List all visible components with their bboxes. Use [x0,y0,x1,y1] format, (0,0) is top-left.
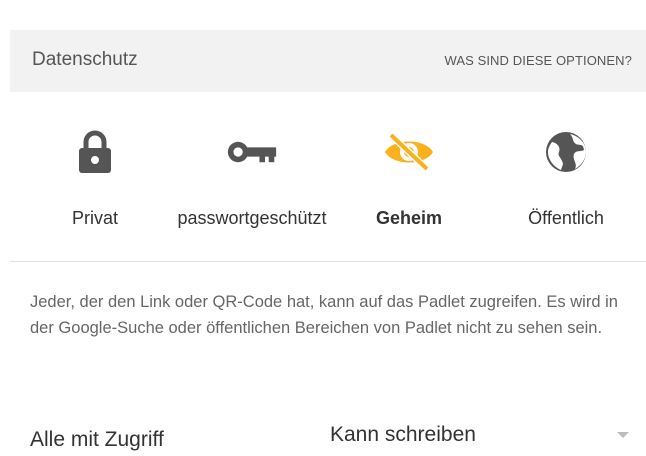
globe-icon [540,126,592,178]
option-public[interactable]: Öffentlich [471,118,646,238]
key-icon [226,126,278,178]
access-permission-value: Kann schreiben [330,423,476,446]
privacy-header: Datenschutz WAS SIND DIESE OPTIONEN? [10,30,646,92]
what-are-these-options-link[interactable]: WAS SIND DIESE OPTIONEN? [444,53,632,68]
access-permission-dropdown[interactable]: Kann schreiben [330,420,636,452]
access-label: Alle mit Zugriff [30,428,164,451]
privacy-description: Jeder, der den Link oder QR-Code hat, ka… [30,293,618,337]
eye-off-icon [383,126,435,178]
option-public-label: Öffentlich [528,208,604,228]
privacy-title: Datenschutz [32,49,138,70]
chevron-down-icon [617,432,629,438]
lock-icon [69,126,121,178]
privacy-options: Privat passwortgeschützt Geheim Öffentli… [0,118,646,238]
divider [10,261,646,262]
